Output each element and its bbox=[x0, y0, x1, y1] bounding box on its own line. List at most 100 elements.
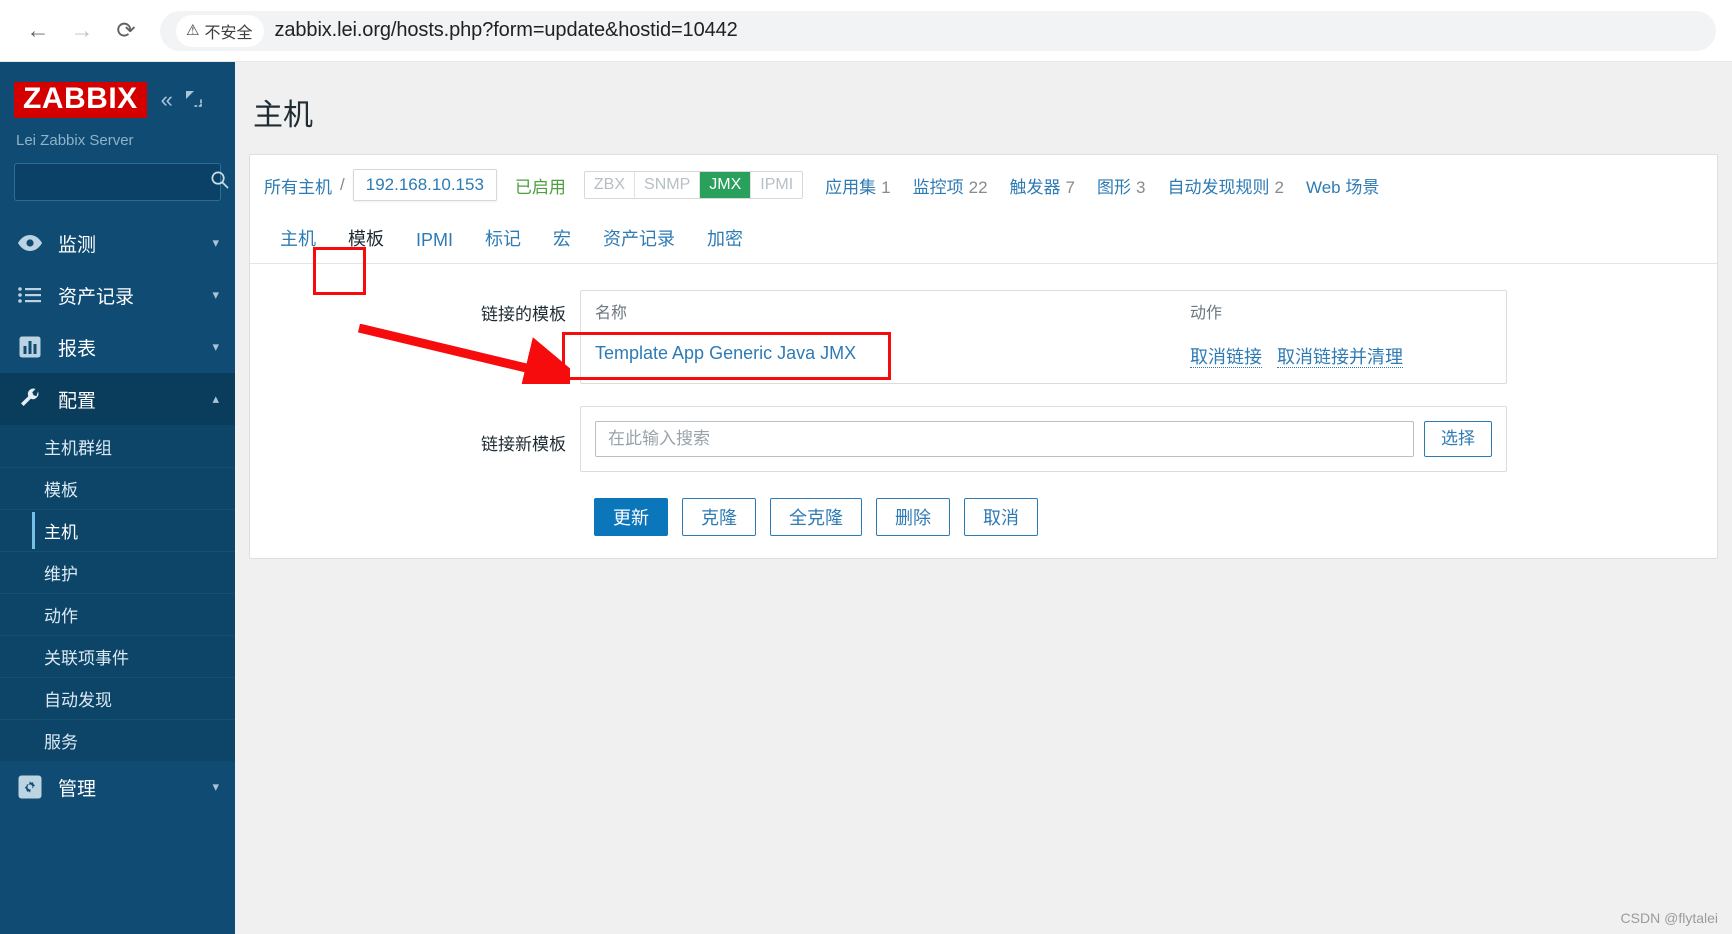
sidebar-item-reports[interactable]: 报表 ▾ bbox=[0, 321, 235, 373]
update-button[interactable]: 更新 bbox=[594, 498, 668, 536]
address-bar[interactable]: ⚠ 不安全 zabbix.lei.org/hosts.php?form=upda… bbox=[160, 10, 1716, 51]
link-applications[interactable]: 应用集 1 bbox=[825, 173, 890, 198]
sidebar-item-configuration[interactable]: 配置 ▴ bbox=[0, 373, 235, 425]
link-web-scenarios[interactable]: Web 场景 bbox=[1306, 173, 1384, 198]
new-template-box: 选择 bbox=[580, 406, 1507, 472]
unlink-link[interactable]: 取消链接 bbox=[1190, 347, 1262, 368]
chevron-down-icon: ▾ bbox=[212, 287, 219, 302]
counter-value: 2 bbox=[1274, 177, 1284, 197]
security-warning-chip[interactable]: ⚠ 不安全 bbox=[176, 14, 265, 47]
submenu-label: 主机 bbox=[44, 523, 78, 542]
submenu-label: 动作 bbox=[44, 607, 78, 626]
kiosk-expand-icon[interactable] bbox=[185, 90, 202, 111]
submenu-label: 自动发现 bbox=[44, 691, 112, 710]
link-discovery-rules[interactable]: 自动发现规则 2 bbox=[1167, 173, 1283, 198]
sidebar-item-maintenance[interactable]: 维护 bbox=[0, 551, 235, 593]
breadcrumb-host-name[interactable]: 192.168.10.153 bbox=[352, 169, 497, 201]
page-title: 主机 bbox=[253, 99, 313, 132]
chevron-up-icon: ▴ bbox=[212, 391, 219, 406]
sidebar-item-label: 资产记录 bbox=[58, 286, 135, 308]
link-triggers[interactable]: 触发器 7 bbox=[1010, 173, 1075, 198]
tab-templates[interactable]: 模板 bbox=[332, 215, 400, 263]
reload-icon[interactable]: ⟳ bbox=[104, 9, 148, 53]
back-arrow-icon[interactable]: ← bbox=[16, 9, 60, 53]
submenu-label: 模板 bbox=[44, 481, 78, 500]
sidebar-item-discovery[interactable]: 自动发现 bbox=[0, 677, 235, 719]
forward-arrow-icon[interactable]: → bbox=[60, 9, 104, 53]
breadcrumb-all-hosts[interactable]: 所有主机 bbox=[264, 173, 332, 198]
counter-label: 自动发现规则 bbox=[1167, 177, 1270, 197]
interface-badge-zbx: ZBX bbox=[584, 172, 636, 198]
column-header-action: 动作 bbox=[1190, 305, 1223, 322]
counter-label: 应用集 bbox=[825, 177, 877, 197]
template-name-cell: Template App Generic Java JMX bbox=[581, 331, 1176, 383]
submenu-label: 主机群组 bbox=[44, 438, 112, 458]
unlink-and-clear-link[interactable]: 取消链接并清理 bbox=[1277, 347, 1404, 368]
sidebar-item-event-correlation[interactable]: 关联项事件 bbox=[0, 635, 235, 677]
chevron-down-icon: ▾ bbox=[212, 339, 219, 354]
collapse-chevrons-icon[interactable]: « bbox=[161, 89, 173, 111]
watermark: CSDN @flytalei bbox=[1620, 910, 1718, 926]
cancel-button[interactable]: 取消 bbox=[964, 498, 1038, 536]
search-input[interactable] bbox=[25, 173, 210, 191]
tab-inventory[interactable]: 资产记录 bbox=[587, 215, 691, 263]
sidebar-item-templates[interactable]: 模板 bbox=[0, 467, 235, 509]
tab-host[interactable]: 主机 bbox=[264, 215, 332, 263]
host-status-label[interactable]: 已启用 bbox=[515, 173, 566, 198]
interface-badge-snmp: SNMP bbox=[635, 172, 701, 198]
sidebar: ZABBIX « Lei Zabbix Server 监测 ▾ 资产记录 ▾ 报… bbox=[0, 62, 235, 934]
sidebar-item-hosts[interactable]: 主机 bbox=[0, 509, 235, 551]
tab-macros[interactable]: 宏 bbox=[537, 215, 587, 263]
sidebar-item-monitoring[interactable]: 监测 ▾ bbox=[0, 217, 235, 269]
counter-value: 22 bbox=[968, 177, 988, 197]
warning-triangle-icon: ⚠ bbox=[186, 22, 200, 39]
configuration-submenu: 主机群组 模板 主机 维护 动作 关联项事件 自动发现 服务 bbox=[0, 425, 235, 761]
browser-toolbar: ← → ⟳ ⚠ 不安全 zabbix.lei.org/hosts.php?for… bbox=[0, 0, 1732, 62]
linked-templates-field: 名称 动作 Template App Generic Java JMX 取消链接… bbox=[580, 290, 1717, 384]
sidebar-item-label: 配置 bbox=[58, 390, 97, 412]
interface-badges: ZBX SNMP JMX IPMI bbox=[583, 171, 804, 199]
tab-encryption[interactable]: 加密 bbox=[691, 215, 759, 263]
tab-tags[interactable]: 标记 bbox=[469, 215, 537, 263]
search-icon[interactable] bbox=[210, 170, 229, 194]
breadcrumb-separator: / bbox=[340, 175, 345, 194]
sidebar-search[interactable] bbox=[14, 163, 229, 201]
counter-label: 监控项 bbox=[912, 177, 964, 197]
link-graphs[interactable]: 图形 3 bbox=[1097, 173, 1145, 198]
zabbix-logo[interactable]: ZABBIX bbox=[14, 82, 147, 118]
template-search-input[interactable] bbox=[606, 428, 1403, 450]
chevron-down-icon: ▾ bbox=[212, 235, 219, 250]
sidebar-item-administration[interactable]: 管理 ▾ bbox=[0, 761, 235, 813]
templates-form: 链接的模板 名称 动作 Template App Generic Java JM… bbox=[250, 264, 1717, 536]
sidebar-header: ZABBIX « bbox=[0, 62, 235, 124]
delete-button[interactable]: 删除 bbox=[876, 498, 950, 536]
submenu-label: 关联项事件 bbox=[44, 649, 129, 668]
template-search-multiselect[interactable] bbox=[595, 421, 1414, 457]
counter-value: 3 bbox=[1136, 177, 1146, 197]
table-row: Template App Generic Java JMX 取消链接 取消链接并… bbox=[581, 331, 1506, 383]
template-actions-cell: 取消链接 取消链接并清理 bbox=[1176, 331, 1506, 383]
linked-templates-label: 链接的模板 bbox=[481, 305, 566, 324]
host-edit-card: 所有主机 / 192.168.10.153 已启用 ZBX SNMP JMX I… bbox=[249, 154, 1718, 559]
submenu-label: 服务 bbox=[44, 733, 78, 752]
link-items[interactable]: 监控项 22 bbox=[913, 173, 988, 198]
select-button[interactable]: 选择 bbox=[1424, 421, 1492, 457]
clone-button[interactable]: 克隆 bbox=[682, 498, 756, 536]
sidebar-item-inventory[interactable]: 资产记录 ▾ bbox=[0, 269, 235, 321]
sidebar-item-label: 报表 bbox=[58, 338, 97, 360]
new-template-row: 链接新模板 选择 bbox=[250, 406, 1717, 472]
new-template-label: 链接新模板 bbox=[481, 435, 566, 454]
sidebar-item-services[interactable]: 服务 bbox=[0, 719, 235, 761]
bar-chart-icon bbox=[16, 336, 44, 358]
sidebar-item-host-groups[interactable]: 主机群组 bbox=[0, 425, 235, 467]
full-clone-button[interactable]: 全克隆 bbox=[770, 498, 862, 536]
linked-templates-row: 链接的模板 名称 动作 Template App Generic Java JM… bbox=[250, 290, 1717, 384]
counter-label: 触发器 bbox=[1009, 177, 1061, 197]
counter-value: 1 bbox=[881, 177, 891, 197]
list-icon bbox=[16, 286, 44, 304]
table-header-row: 名称 动作 bbox=[581, 291, 1506, 331]
template-name-link[interactable]: Template App Generic Java JMX bbox=[595, 343, 856, 363]
chevron-down-icon: ▾ bbox=[212, 779, 219, 794]
sidebar-item-actions[interactable]: 动作 bbox=[0, 593, 235, 635]
tab-ipmi[interactable]: IPMI bbox=[400, 220, 469, 263]
